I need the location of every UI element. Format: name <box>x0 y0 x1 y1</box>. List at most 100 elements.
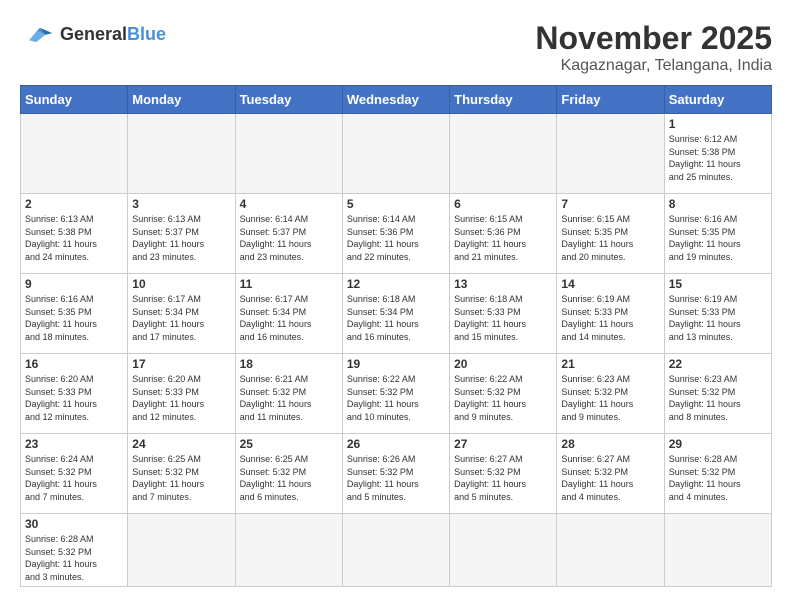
calendar-day-cell: 28 Sunrise: 6:27 AM Sunset: 5:32 PM Dayli… <box>557 434 664 514</box>
calendar-day-cell <box>128 514 235 587</box>
day-number: 10 <box>132 277 230 291</box>
calendar-day-cell: 16Sunrise: 6:20 AM Sunset: 5:33 PM Dayli… <box>21 354 128 434</box>
calendar-day-cell: 2Sunrise: 6:13 AM Sunset: 5:38 PM Daylig… <box>21 194 128 274</box>
day-info: Sunrise: 6:17 AM Sunset: 5:34 PM Dayligh… <box>132 293 230 343</box>
day-info: Sunrise: 6:21 AM Sunset: 5:32 PM Dayligh… <box>240 373 338 423</box>
day-number: 24 <box>132 437 230 451</box>
logo-icon <box>20 20 56 48</box>
day-info: Sunrise: 6:19 AM Sunset: 5:33 PM Dayligh… <box>669 293 767 343</box>
day-number: 8 <box>669 197 767 211</box>
day-info: Sunrise: 6:23 AM Sunset: 5:32 PM Dayligh… <box>561 373 659 423</box>
calendar-day-cell <box>342 114 449 194</box>
calendar-day-cell <box>557 114 664 194</box>
day-number: 29 <box>669 437 767 451</box>
day-info: Sunrise: 6:20 AM Sunset: 5:33 PM Dayligh… <box>25 373 123 423</box>
calendar-header-wednesday: Wednesday <box>342 86 449 114</box>
calendar-day-cell <box>450 514 557 587</box>
day-number: 17 <box>132 357 230 371</box>
day-number: 13 <box>454 277 552 291</box>
day-info: Sunrise: 6:24 AM Sunset: 5:32 PM Dayligh… <box>25 453 123 503</box>
day-number: 14 <box>561 277 659 291</box>
day-number: 4 <box>240 197 338 211</box>
calendar-header-sunday: Sunday <box>21 86 128 114</box>
day-number: 9 <box>25 277 123 291</box>
calendar-day-cell: 4 Sunrise: 6:14 AM Sunset: 5:37 PM Daylig… <box>235 194 342 274</box>
calendar-day-cell <box>664 514 771 587</box>
calendar-week-row: 30 Sunrise: 6:28 AM Sunset: 5:32 PM Dayli… <box>21 514 772 587</box>
page-header: GeneralBlue November 2025 Kagaznagar, Te… <box>20 20 772 75</box>
calendar-header-friday: Friday <box>557 86 664 114</box>
day-number: 15 <box>669 277 767 291</box>
calendar-day-cell: 9 Sunrise: 6:16 AM Sunset: 5:35 PM Daylig… <box>21 274 128 354</box>
calendar-table: SundayMondayTuesdayWednesdayThursdayFrid… <box>20 85 772 587</box>
day-info: Sunrise: 6:16 AM Sunset: 5:35 PM Dayligh… <box>25 293 123 343</box>
calendar-week-row: 23 Sunrise: 6:24 AM Sunset: 5:32 PM Dayli… <box>21 434 772 514</box>
calendar-day-cell: 10 Sunrise: 6:17 AM Sunset: 5:34 PM Dayli… <box>128 274 235 354</box>
day-number: 27 <box>454 437 552 451</box>
day-info: Sunrise: 6:15 AM Sunset: 5:35 PM Dayligh… <box>561 213 659 263</box>
day-info: Sunrise: 6:18 AM Sunset: 5:33 PM Dayligh… <box>454 293 552 343</box>
calendar-week-row: 2Sunrise: 6:13 AM Sunset: 5:38 PM Daylig… <box>21 194 772 274</box>
day-info: Sunrise: 6:27 AM Sunset: 5:32 PM Dayligh… <box>561 453 659 503</box>
calendar-day-cell: 1Sunrise: 6:12 AM Sunset: 5:38 PM Daylig… <box>664 114 771 194</box>
calendar-header-monday: Monday <box>128 86 235 114</box>
day-info: Sunrise: 6:19 AM Sunset: 5:33 PM Dayligh… <box>561 293 659 343</box>
day-info: Sunrise: 6:25 AM Sunset: 5:32 PM Dayligh… <box>240 453 338 503</box>
calendar-day-cell: 11Sunrise: 6:17 AM Sunset: 5:34 PM Dayli… <box>235 274 342 354</box>
day-info: Sunrise: 6:15 AM Sunset: 5:36 PM Dayligh… <box>454 213 552 263</box>
calendar-day-cell <box>342 514 449 587</box>
calendar-day-cell: 8Sunrise: 6:16 AM Sunset: 5:35 PM Daylig… <box>664 194 771 274</box>
calendar-day-cell <box>128 114 235 194</box>
calendar-header-thursday: Thursday <box>450 86 557 114</box>
day-number: 1 <box>669 117 767 131</box>
calendar-week-row: 1Sunrise: 6:12 AM Sunset: 5:38 PM Daylig… <box>21 114 772 194</box>
calendar-header-row: SundayMondayTuesdayWednesdayThursdayFrid… <box>21 86 772 114</box>
calendar-day-cell: 24 Sunrise: 6:25 AM Sunset: 5:32 PM Dayli… <box>128 434 235 514</box>
day-number: 7 <box>561 197 659 211</box>
day-info: Sunrise: 6:22 AM Sunset: 5:32 PM Dayligh… <box>347 373 445 423</box>
day-info: Sunrise: 6:25 AM Sunset: 5:32 PM Dayligh… <box>132 453 230 503</box>
calendar-day-cell: 13 Sunrise: 6:18 AM Sunset: 5:33 PM Dayli… <box>450 274 557 354</box>
day-info: Sunrise: 6:26 AM Sunset: 5:32 PM Dayligh… <box>347 453 445 503</box>
location-subtitle: Kagaznagar, Telangana, India <box>535 57 772 75</box>
day-info: Sunrise: 6:13 AM Sunset: 5:37 PM Dayligh… <box>132 213 230 263</box>
calendar-day-cell: 25Sunrise: 6:25 AM Sunset: 5:32 PM Dayli… <box>235 434 342 514</box>
calendar-day-cell: 3 Sunrise: 6:13 AM Sunset: 5:37 PM Daylig… <box>128 194 235 274</box>
calendar-day-cell: 12 Sunrise: 6:18 AM Sunset: 5:34 PM Dayli… <box>342 274 449 354</box>
day-number: 23 <box>25 437 123 451</box>
calendar-day-cell <box>235 514 342 587</box>
day-number: 19 <box>347 357 445 371</box>
calendar-day-cell <box>21 114 128 194</box>
calendar-day-cell: 27 Sunrise: 6:27 AM Sunset: 5:32 PM Dayli… <box>450 434 557 514</box>
calendar-day-cell: 18 Sunrise: 6:21 AM Sunset: 5:32 PM Dayli… <box>235 354 342 434</box>
day-info: Sunrise: 6:18 AM Sunset: 5:34 PM Dayligh… <box>347 293 445 343</box>
day-number: 5 <box>347 197 445 211</box>
calendar-week-row: 9 Sunrise: 6:16 AM Sunset: 5:35 PM Daylig… <box>21 274 772 354</box>
day-info: Sunrise: 6:28 AM Sunset: 5:32 PM Dayligh… <box>669 453 767 503</box>
day-number: 12 <box>347 277 445 291</box>
calendar-day-cell: 7 Sunrise: 6:15 AM Sunset: 5:35 PM Daylig… <box>557 194 664 274</box>
month-year-title: November 2025 <box>535 20 772 57</box>
calendar-header-tuesday: Tuesday <box>235 86 342 114</box>
day-number: 3 <box>132 197 230 211</box>
day-number: 26 <box>347 437 445 451</box>
day-number: 18 <box>240 357 338 371</box>
day-number: 30 <box>25 517 123 531</box>
calendar-day-cell: 21 Sunrise: 6:23 AM Sunset: 5:32 PM Dayli… <box>557 354 664 434</box>
calendar-day-cell: 20Sunrise: 6:22 AM Sunset: 5:32 PM Dayli… <box>450 354 557 434</box>
day-info: Sunrise: 6:14 AM Sunset: 5:37 PM Dayligh… <box>240 213 338 263</box>
day-number: 21 <box>561 357 659 371</box>
logo-text: GeneralBlue <box>60 24 166 45</box>
logo: GeneralBlue <box>20 20 166 48</box>
day-number: 6 <box>454 197 552 211</box>
calendar-day-cell: 19 Sunrise: 6:22 AM Sunset: 5:32 PM Dayli… <box>342 354 449 434</box>
day-number: 28 <box>561 437 659 451</box>
calendar-day-cell <box>557 514 664 587</box>
day-info: Sunrise: 6:28 AM Sunset: 5:32 PM Dayligh… <box>25 533 123 583</box>
day-info: Sunrise: 6:27 AM Sunset: 5:32 PM Dayligh… <box>454 453 552 503</box>
day-number: 2 <box>25 197 123 211</box>
calendar-day-cell: 15 Sunrise: 6:19 AM Sunset: 5:33 PM Dayli… <box>664 274 771 354</box>
day-info: Sunrise: 6:22 AM Sunset: 5:32 PM Dayligh… <box>454 373 552 423</box>
day-info: Sunrise: 6:20 AM Sunset: 5:33 PM Dayligh… <box>132 373 230 423</box>
calendar-day-cell <box>450 114 557 194</box>
